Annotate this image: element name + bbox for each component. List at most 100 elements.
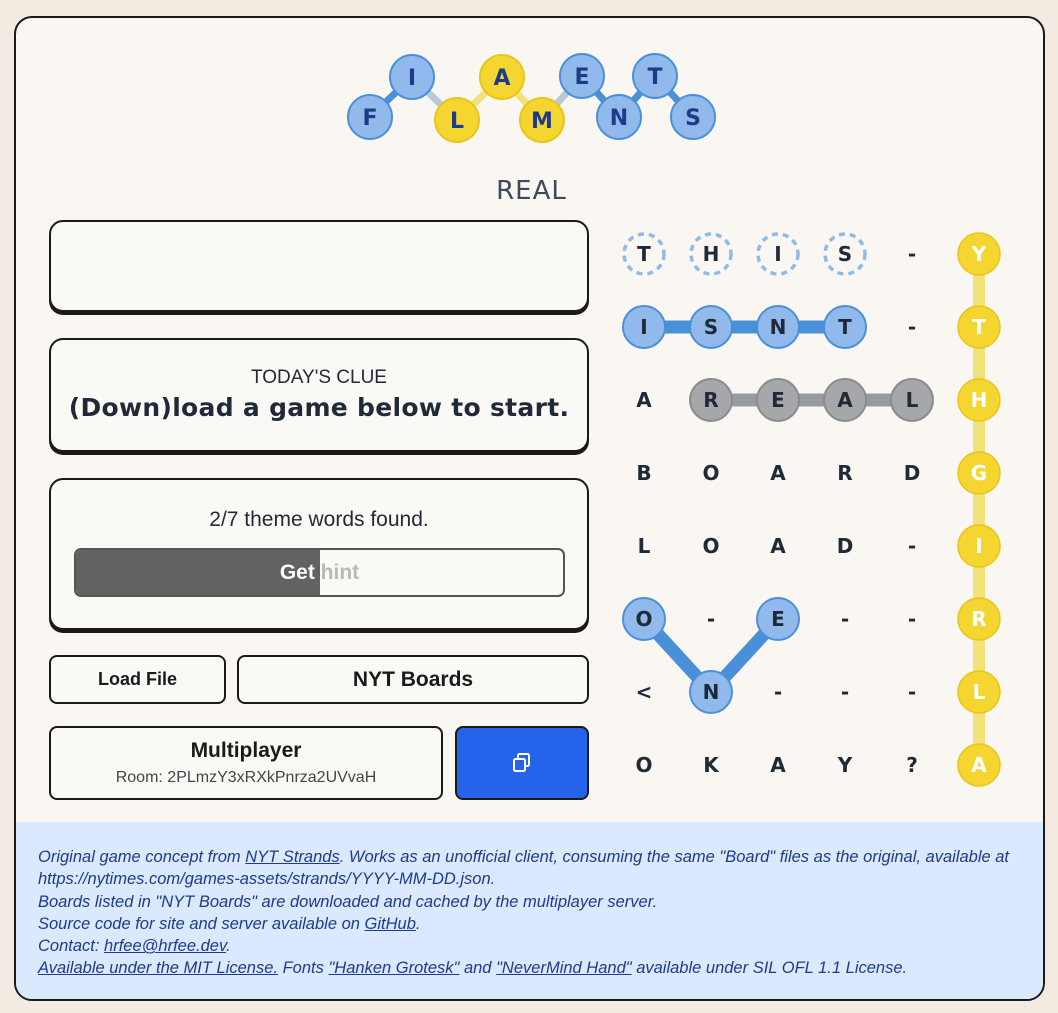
svg-text:O: O	[635, 607, 652, 631]
board-cell-r1c1[interactable]: T	[622, 232, 666, 276]
svg-text:-: -	[841, 607, 849, 631]
board-cell-r4c5[interactable]: D	[904, 461, 921, 485]
board-cell-r1c2[interactable]: H	[689, 232, 733, 276]
logo-letter-i: I	[389, 54, 435, 100]
board-cell-r3c2[interactable]: R	[689, 378, 733, 422]
board-cell-r7c6[interactable]: L	[957, 670, 1001, 714]
svg-text:N: N	[770, 315, 787, 339]
filaments-logo: F I L AMENTS	[347, 53, 716, 143]
logo-letter-t: T	[632, 53, 678, 99]
board-cell-r2c6[interactable]: T	[957, 305, 1001, 349]
clue-label: TODAY'S CLUE	[251, 367, 387, 388]
board-cell-r7c3[interactable]: -	[774, 680, 782, 704]
svg-text:E: E	[574, 65, 589, 90]
board-cell-r8c3[interactable]: A	[770, 753, 786, 777]
svg-text:R: R	[971, 607, 986, 631]
board-cell-r1c3[interactable]: I	[756, 232, 800, 276]
board-cell-r6c5[interactable]: -	[908, 607, 916, 631]
board-cell-r6c2[interactable]: -	[707, 607, 715, 631]
board-cell-r6c3[interactable]: E	[756, 597, 800, 641]
board-cell-r1c4[interactable]: S	[823, 232, 867, 276]
svg-text:E: E	[771, 388, 785, 412]
svg-text:A: A	[636, 388, 652, 412]
hanken-grotesk-link[interactable]: "Hanken Grotesk"	[328, 959, 459, 977]
board-cell-r5c2[interactable]: O	[702, 534, 719, 558]
board-cell-r4c4[interactable]: R	[837, 461, 852, 485]
svg-text:T: T	[647, 65, 662, 90]
multiplayer-button[interactable]: Multiplayer Room: 2PLmzY3xRXkPnrza2UVvaH	[49, 726, 443, 800]
board-cell-r5c4[interactable]: D	[837, 534, 854, 558]
main-card: FILAMENTS REAL TODAY'S CLUE (Down)load a…	[14, 16, 1045, 1001]
svg-text:A: A	[837, 388, 853, 412]
svg-text:A: A	[770, 753, 786, 777]
nyt-strands-link[interactable]: NYT Strands	[245, 848, 339, 866]
board-cell-r2c3[interactable]: N	[756, 305, 800, 349]
logo-letter-e: E	[559, 53, 605, 99]
logo-letter-a: A	[479, 54, 525, 100]
board-cell-r3c6[interactable]: H	[957, 378, 1001, 422]
svg-text:E: E	[771, 607, 785, 631]
logo-letter-s: S	[670, 94, 716, 140]
board-cell-r3c4[interactable]: A	[823, 378, 867, 422]
github-link[interactable]: GitHub	[365, 915, 416, 933]
board-cell-r4c6[interactable]: G	[957, 451, 1001, 495]
svg-text:S: S	[685, 106, 701, 131]
board-cell-r8c5[interactable]: ?	[906, 753, 918, 777]
svg-text:I: I	[774, 242, 781, 266]
nevermind-hand-link[interactable]: "NeverMind Hand"	[496, 959, 632, 977]
board-title: REAL	[496, 176, 567, 206]
board-cell-r8c6[interactable]: A	[957, 743, 1001, 787]
mit-license-link[interactable]: Available under the MIT License.	[38, 959, 278, 977]
board-cell-r7c2[interactable]: N	[689, 670, 733, 714]
svg-text:S: S	[704, 315, 718, 339]
copy-room-button[interactable]	[455, 726, 589, 800]
board-cell-r6c4[interactable]: -	[841, 607, 849, 631]
board-cell-r4c1[interactable]: B	[636, 461, 651, 485]
board-cell-r3c1[interactable]: A	[636, 388, 652, 412]
svg-text:G: G	[971, 461, 987, 485]
board-cell-r5c1[interactable]: L	[638, 534, 651, 558]
nyt-boards-button[interactable]: NYT Boards	[237, 655, 589, 704]
board-cell-r7c1[interactable]: <	[636, 680, 653, 704]
board-cell-r3c3[interactable]: E	[756, 378, 800, 422]
svg-text:A: A	[971, 753, 987, 777]
board-cell-r5c6[interactable]: I	[957, 524, 1001, 568]
board-cell-r2c2[interactable]: S	[689, 305, 733, 349]
board-cell-r2c4[interactable]: T	[823, 305, 867, 349]
svg-text:A: A	[770, 461, 786, 485]
clue-text: (Down)load a game below to start.	[68, 393, 570, 422]
svg-text:Y: Y	[837, 753, 853, 777]
board-cell-r2c5[interactable]: -	[908, 315, 916, 339]
board-cell-r8c4[interactable]: Y	[837, 753, 853, 777]
board-cell-r8c2[interactable]: K	[703, 753, 720, 777]
svg-text:O: O	[702, 461, 719, 485]
multiplayer-title: Multiplayer	[190, 739, 302, 762]
svg-text:F: F	[362, 106, 377, 131]
board-cell-r6c6[interactable]: R	[957, 597, 1001, 641]
letter-board: T H I S - Y I S N T - T A R E A L H B O A R D G L O A D - I O - E - - R < N - -…	[622, 232, 1001, 787]
svg-text:L: L	[973, 680, 986, 704]
svg-text:R: R	[703, 388, 718, 412]
board-cell-r7c4[interactable]: -	[841, 680, 849, 704]
footer-line-license: Available under the MIT License. Fonts "…	[38, 959, 908, 978]
svg-text:A: A	[770, 534, 786, 558]
load-file-button[interactable]: Load File	[49, 655, 226, 704]
board-cell-r8c1[interactable]: O	[635, 753, 652, 777]
board-cell-r1c5[interactable]: -	[908, 242, 916, 266]
svg-text:-: -	[908, 534, 916, 558]
board-cell-r7c5[interactable]: -	[908, 680, 916, 704]
board-cell-r1c6[interactable]: Y	[957, 232, 1001, 276]
board-cell-r3c5[interactable]: L	[890, 378, 934, 422]
progress-text: 2/7 theme words found.	[209, 508, 429, 531]
contact-email-link[interactable]: hrfee@hrfee.dev	[104, 937, 226, 955]
footer-line-source: Source code for site and server availabl…	[38, 914, 421, 933]
board-cell-r5c3[interactable]: A	[770, 534, 786, 558]
board-cell-r4c2[interactable]: O	[702, 461, 719, 485]
board-cell-r4c3[interactable]: A	[770, 461, 786, 485]
get-hint-button[interactable]: Get hint	[74, 548, 565, 597]
board-cell-r2c1[interactable]: I	[622, 305, 666, 349]
board-cell-r5c5[interactable]: -	[908, 534, 916, 558]
svg-text:-: -	[774, 680, 782, 704]
svg-text:T: T	[637, 242, 651, 266]
board-cell-r6c1[interactable]: O	[622, 597, 666, 641]
